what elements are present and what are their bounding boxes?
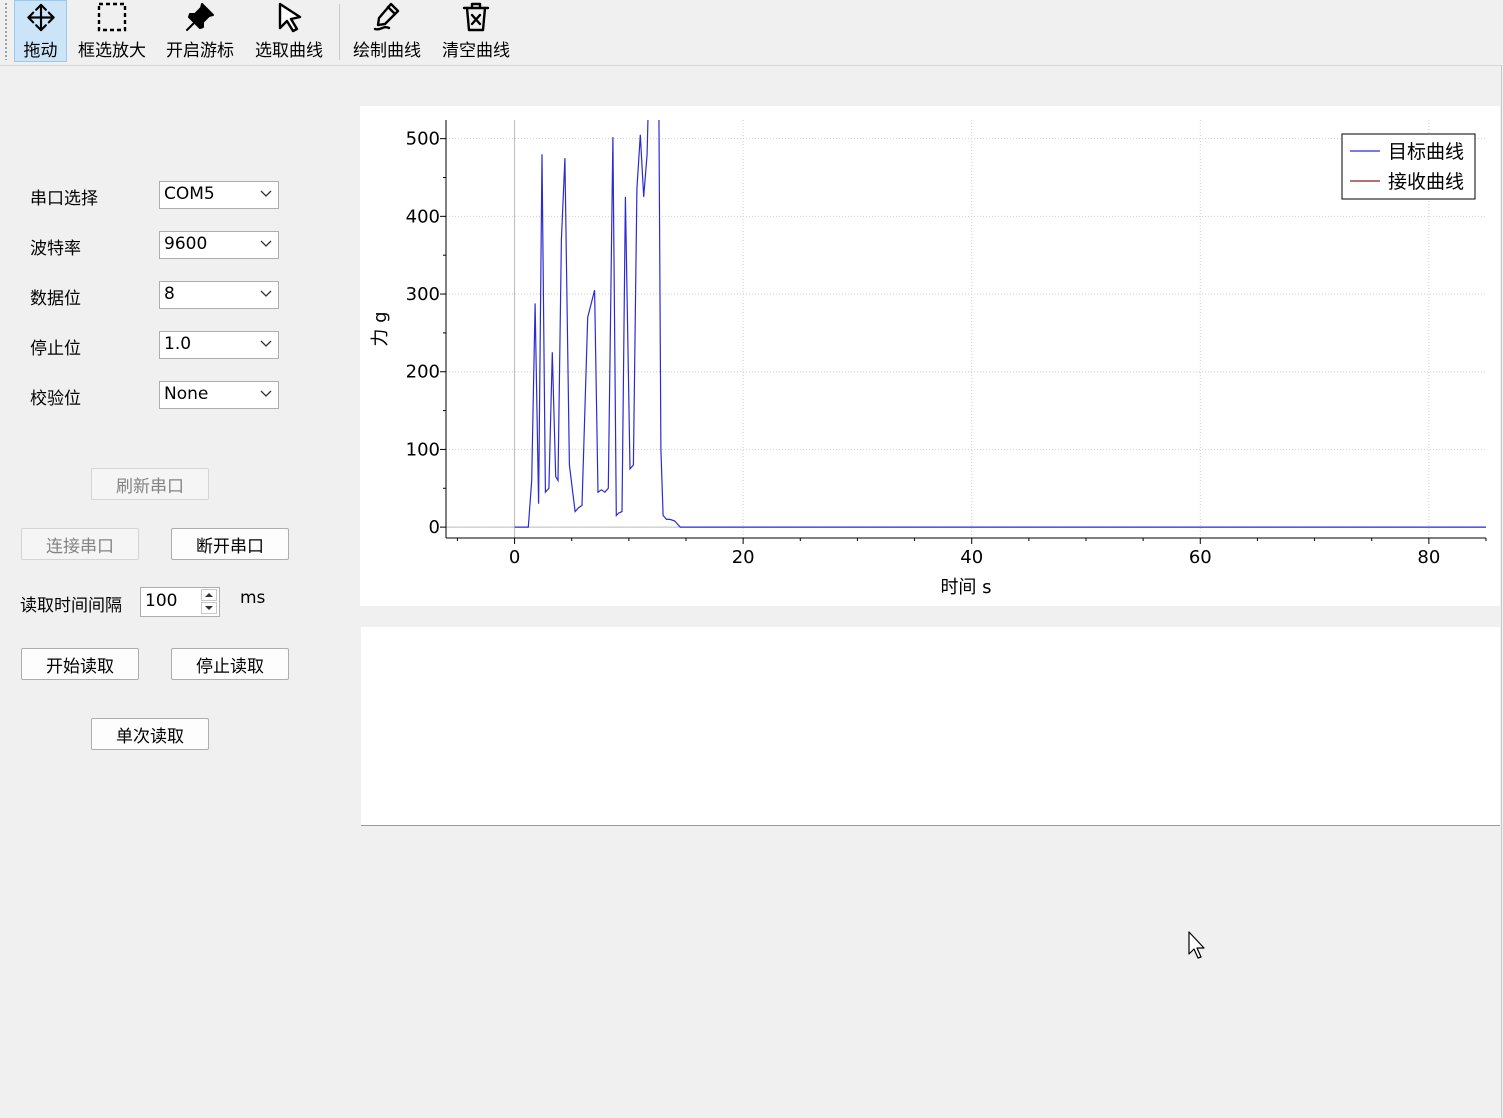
log-textarea[interactable] (361, 627, 1500, 826)
chevron-down-icon (260, 390, 272, 397)
refresh-port-button[interactable]: 刷新串口 (91, 468, 209, 500)
toolbar: 拖动 框选放大 开启游标 选取曲线 绘制曲线 清空曲线 (0, 0, 1503, 66)
stopbits-value: 1.0 (164, 334, 192, 354)
cursor-pin-icon (186, 3, 214, 31)
select-curve-label: 选取曲线 (255, 41, 323, 61)
x-tick-label: 40 (960, 547, 983, 568)
drag-tool-label: 拖动 (23, 41, 58, 61)
chart-legend[interactable]: 目标曲线 接收曲线 (1341, 133, 1476, 200)
clear-curve-button[interactable]: 清空曲线 (438, 0, 514, 62)
chevron-down-icon (260, 340, 272, 347)
draw-curve-icon (373, 2, 400, 31)
parity-value: None (164, 384, 209, 404)
interval-spinbox[interactable]: 100 (140, 587, 220, 617)
baud-label: 波特率 (30, 239, 81, 259)
trash-icon (462, 2, 490, 32)
interval-label: 读取时间间隔 (20, 596, 122, 616)
interval-value: 100 (145, 591, 178, 611)
y-axis-title: 力 g (370, 311, 391, 346)
databits-select[interactable]: 8 (159, 281, 279, 309)
spin-down-icon[interactable] (201, 602, 217, 614)
interval-unit: ms (240, 588, 266, 608)
databits-value: 8 (164, 284, 175, 304)
box-select-icon (97, 2, 127, 32)
x-tick-label: 80 (1417, 547, 1440, 568)
port-label: 串口选择 (30, 189, 98, 209)
y-tick-label: 400 (406, 206, 440, 227)
chevron-down-icon (260, 240, 272, 247)
databits-label: 数据位 (30, 289, 81, 309)
baud-value: 9600 (164, 234, 208, 254)
chevron-down-icon (260, 190, 272, 197)
parity-select[interactable]: None (159, 381, 279, 409)
x-axis-title: 时间 s (940, 577, 991, 598)
x-tick-label: 60 (1189, 547, 1212, 568)
baud-select[interactable]: 9600 (159, 231, 279, 259)
connect-port-button[interactable]: 连接串口 (21, 528, 139, 560)
y-tick-label: 100 (406, 439, 440, 460)
draw-curve-button[interactable]: 绘制曲线 (349, 0, 425, 62)
enable-cursor-label: 开启游标 (166, 41, 234, 61)
move-icon (26, 3, 55, 32)
select-curve-button[interactable]: 选取曲线 (251, 0, 327, 62)
series-line-0[interactable] (514, 106, 1486, 528)
drag-tool-button[interactable]: 拖动 (14, 0, 67, 62)
y-tick-label: 0 (429, 517, 440, 538)
y-tick-label: 200 (406, 362, 440, 383)
stop-read-button[interactable]: 停止读取 (171, 648, 289, 680)
x-tick-label: 20 (732, 547, 755, 568)
mouse-pointer-icon (1188, 931, 1205, 959)
clear-curve-label: 清空曲线 (442, 41, 510, 61)
single-read-button[interactable]: 单次读取 (91, 718, 209, 750)
box-zoom-label: 框选放大 (78, 41, 146, 61)
legend-label-target: 目标曲线 (1388, 141, 1464, 163)
parity-label: 校验位 (30, 389, 81, 409)
start-read-button[interactable]: 开始读取 (21, 648, 139, 680)
chevron-down-icon (260, 290, 272, 297)
force-chart[interactable]: 0 20 40 60 80 0 100 200 300 400 500 时间 s 力 g 目标曲线 … (360, 106, 1500, 606)
window-right-border (1501, 66, 1502, 1118)
legend-label-received: 接收曲线 (1388, 171, 1464, 193)
disconnect-port-button[interactable]: 断开串口 (171, 528, 289, 560)
box-zoom-button[interactable]: 框选放大 (74, 0, 150, 62)
toolbar-separator (339, 4, 340, 60)
arrow-pointer-icon (278, 2, 302, 33)
toolbar-grip[interactable] (4, 2, 8, 60)
stopbits-label: 停止位 (30, 339, 81, 359)
port-select[interactable]: COM5 (159, 181, 279, 209)
x-tick-label: 0 (509, 547, 520, 568)
port-value: COM5 (164, 184, 215, 204)
spin-up-icon[interactable] (201, 589, 217, 601)
stopbits-select[interactable]: 1.0 (159, 331, 279, 359)
enable-cursor-button[interactable]: 开启游标 (162, 0, 238, 62)
y-tick-label: 500 (406, 129, 440, 150)
plot-panel[interactable]: 0 20 40 60 80 0 100 200 300 400 500 时间 s 力 g 目标曲线 … (360, 106, 1500, 606)
y-tick-label: 300 (406, 284, 440, 305)
draw-curve-label: 绘制曲线 (353, 41, 421, 61)
